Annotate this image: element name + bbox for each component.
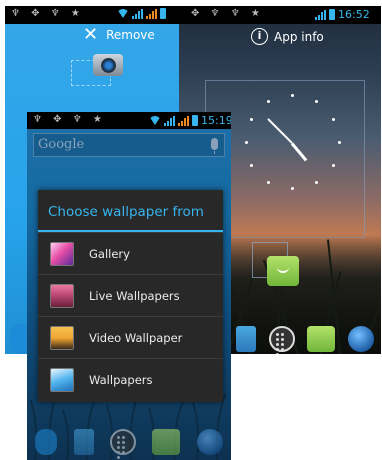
messaging-icon-dragging[interactable] [267, 256, 299, 286]
status-time: 16:52 [338, 8, 370, 21]
all-apps-button-front[interactable] [109, 429, 136, 459]
wifi-icon-front [149, 116, 161, 125]
signal-icon-3 [315, 9, 326, 20]
video-wallpaper-icon [50, 325, 74, 350]
option-gallery[interactable]: Gallery [38, 232, 223, 274]
dock [230, 318, 380, 354]
messaging-icon-front[interactable] [152, 429, 181, 455]
clock-tick [315, 181, 318, 184]
notification-icons-right: ✥ ♆ ♆ ★ [191, 8, 264, 19]
messaging-icon[interactable] [307, 326, 336, 352]
app-info-label: App info [274, 29, 324, 44]
status-icons-right: 16:52 [315, 8, 370, 21]
signal-icon-front-2 [178, 115, 189, 126]
signal-icon-2 [146, 8, 157, 19]
remove-drop-target[interactable]: ✕ Remove [83, 24, 155, 45]
option-live-wallpapers[interactable]: Live Wallpapers [38, 274, 223, 316]
google-search-bar[interactable]: Google [33, 133, 225, 157]
clock-tick [315, 100, 318, 103]
clock-minute-hand [267, 118, 293, 144]
dialog-title: Choose wallpaper from [38, 190, 223, 232]
option-video-wallpaper[interactable]: Video Wallpaper [38, 316, 223, 358]
clock-tick [245, 141, 248, 144]
dock-front [27, 424, 231, 460]
gallery-icon [50, 241, 74, 266]
contacts-icon[interactable] [236, 326, 257, 352]
all-apps-button[interactable] [268, 326, 295, 354]
browser-icon-front[interactable] [196, 429, 223, 455]
contacts-icon-front[interactable] [73, 429, 94, 455]
status-bar-front: ♆ ✥ ♆ ★ 15:19 [27, 112, 231, 129]
status-icons-left-pane [117, 8, 166, 19]
clock-tick [250, 118, 253, 121]
analog-clock-widget[interactable] [245, 94, 341, 190]
browser-icon[interactable] [347, 326, 374, 352]
battery-icon [160, 8, 166, 19]
microphone-icon[interactable] [211, 138, 218, 154]
notification-icons-front: ♆ ✥ ♆ ★ [33, 114, 106, 125]
option-label: Live Wallpapers [89, 288, 180, 303]
signal-icon [132, 8, 143, 19]
battery-icon-front [192, 115, 198, 126]
wifi-icon [117, 9, 129, 18]
clock-tick [291, 187, 294, 190]
clock-tick [291, 94, 294, 97]
clock-tick [332, 164, 335, 167]
close-icon: ✕ [83, 24, 99, 45]
live-wallpapers-icon [50, 283, 74, 308]
status-icons-front: 15:19 [149, 114, 231, 127]
clock-hour-hand [290, 142, 308, 162]
option-label: Wallpapers [89, 372, 153, 387]
option-wallpapers[interactable]: Wallpapers [38, 358, 223, 400]
choose-wallpaper-dialog: Choose wallpaper from Gallery Live Wallp… [38, 190, 223, 402]
camera-icon[interactable] [93, 54, 123, 76]
app-info-drop-target[interactable]: i App info [251, 28, 324, 45]
battery-icon-2 [329, 9, 335, 20]
info-icon: i [251, 28, 268, 45]
clock-tick [250, 164, 253, 167]
status-bar: ♆ ✥ ♆ ★ ✥ ♆ ♆ ★ 16:52 [5, 6, 381, 24]
notification-icons: ♆ ✥ ♆ ★ [11, 8, 84, 19]
status-time-front: 15:19 [201, 114, 231, 127]
option-label: Video Wallpaper [89, 330, 183, 345]
clock-tick [332, 118, 335, 121]
phone-icon-front[interactable] [35, 429, 58, 455]
clock-tick [267, 181, 270, 184]
wallpapers-icon [50, 367, 74, 392]
remove-label: Remove [106, 28, 155, 42]
clock-tick [267, 100, 270, 103]
option-label: Gallery [89, 246, 130, 261]
search-placeholder: Google [38, 137, 85, 152]
clock-tick [338, 141, 341, 144]
signal-icon-front [164, 115, 175, 126]
